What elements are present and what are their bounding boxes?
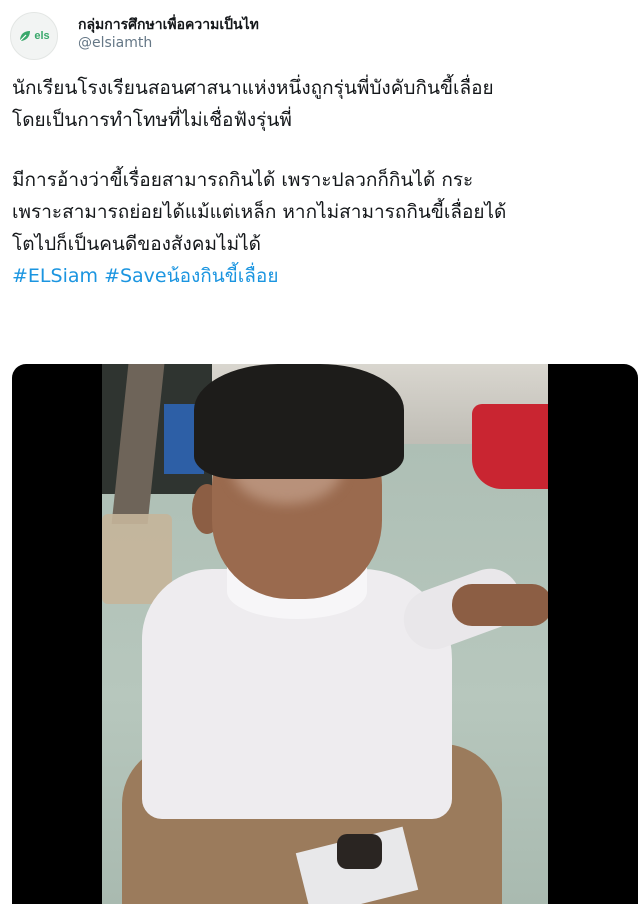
tweet-line: โดยเป็นการทำโทษที่ไม่เชื่อฟังรุ่นพี่	[12, 109, 292, 131]
tweet-header: els กลุ่มการศึกษาเพื่อความเป็นไท @elsiam…	[10, 10, 630, 60]
tweet-line: โตไปก็เป็นคนดีของสังคมไม่ได้	[12, 233, 262, 255]
hashtags: #ELSiam #Saveน้องกินขี้เลื่อย	[12, 260, 632, 292]
tweet-line: นักเรียนโรงเรียนสอนศาสนาแห่งหนึ่งถูกรุ่น…	[12, 77, 494, 99]
leaf-icon	[19, 31, 31, 42]
avatar-logo-text: els	[34, 30, 50, 42]
display-name[interactable]: กลุ่มการศึกษาเพื่อความเป็นไท	[78, 14, 259, 36]
media-video[interactable]	[12, 364, 638, 904]
tweet-line: มีการอ้างว่าขี้เรื่อยสามารถกินได้ เพราะป…	[12, 169, 474, 191]
video-frame[interactable]	[102, 364, 548, 904]
tweet-text: นักเรียนโรงเรียนสอนศาสนาแห่งหนึ่งถูกรุ่น…	[12, 72, 632, 292]
tweet-line: เพราะสามารถย่อยได้แม้แต่เหล็ก หากไม่สามา…	[12, 201, 507, 223]
hashtag-link[interactable]: #ELSiam	[12, 265, 98, 287]
handle[interactable]: @elsiamth	[78, 35, 152, 51]
avatar[interactable]: els	[10, 12, 58, 60]
hashtag-link[interactable]: #Saveน้องกินขี้เลื่อย	[104, 265, 278, 287]
